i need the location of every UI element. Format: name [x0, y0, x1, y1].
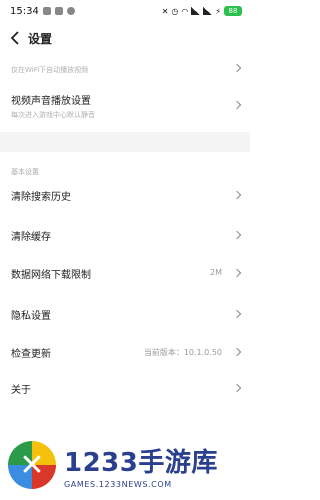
wifi-icon: ◠	[181, 6, 189, 16]
signal-icon-2	[203, 7, 213, 15]
notification-icon-2	[54, 7, 63, 15]
chevron-right-icon	[232, 63, 242, 73]
current-version-value: 当前版本：10.1.0.50	[143, 348, 222, 357]
back-button[interactable]	[6, 28, 24, 48]
signal-icon	[191, 7, 201, 15]
clear-search-history-row[interactable]: 清除搜索历史	[0, 188, 250, 214]
download-limit-value: 2M	[210, 268, 222, 277]
charging-icon: ⚡	[215, 6, 221, 16]
video-sound-label: 视频声音播放设置	[11, 96, 91, 107]
clear-search-history-label: 清除搜索历史	[11, 192, 71, 203]
watermark-url: GAMES.1233NEWS.COM	[64, 479, 172, 489]
watermark-logo-icon	[8, 441, 56, 489]
about-label: 关于	[11, 385, 31, 396]
notification-icon	[42, 7, 51, 15]
page-title: 设置	[28, 31, 53, 46]
mute-icon: ✕	[161, 6, 169, 16]
clear-cache-row[interactable]: 清除缓存	[0, 228, 250, 254]
battery-indicator: 88	[224, 6, 242, 16]
basic-settings-header: 基本设置	[11, 168, 39, 176]
mobile-data-download-limit-row[interactable]: 数据网络下载限制 2M	[0, 266, 250, 292]
privacy-settings-label: 隐私设置	[11, 311, 51, 322]
section-divider	[0, 132, 250, 152]
check-update-row[interactable]: 检查更新 当前版本：10.1.0.50	[0, 345, 250, 371]
about-row[interactable]: 关于	[0, 381, 250, 407]
alarm-icon: ◷	[171, 6, 179, 16]
mobile-data-download-limit-label: 数据网络下载限制	[11, 270, 91, 281]
video-sound-subtitle: 每次进入游戏中心默认静音	[11, 111, 95, 119]
back-arrow-icon	[10, 31, 19, 45]
watermark: 1233手游库 GAMES.1233NEWS.COM	[0, 430, 250, 500]
status-time: 15:34	[10, 5, 39, 17]
chevron-right-icon	[232, 100, 242, 110]
status-bar: 15:34 ✕ ◷ ◠ ⚡ 88	[0, 0, 250, 22]
watermark-brand: 1233手游库	[64, 447, 218, 478]
autoplay-setting-row[interactable]: 仅在WiFi下自动播放视频	[0, 50, 250, 80]
autoplay-setting-subtitle: 仅在WiFi下自动播放视频	[11, 66, 89, 74]
video-sound-setting-row[interactable]: 视频声音播放设置 每次进入游戏中心默认静音	[0, 92, 250, 128]
nav-bar: 设置	[0, 24, 250, 52]
clear-cache-label: 清除缓存	[11, 232, 51, 243]
notification-icon-3	[66, 7, 75, 15]
privacy-settings-row[interactable]: 隐私设置	[0, 307, 250, 333]
